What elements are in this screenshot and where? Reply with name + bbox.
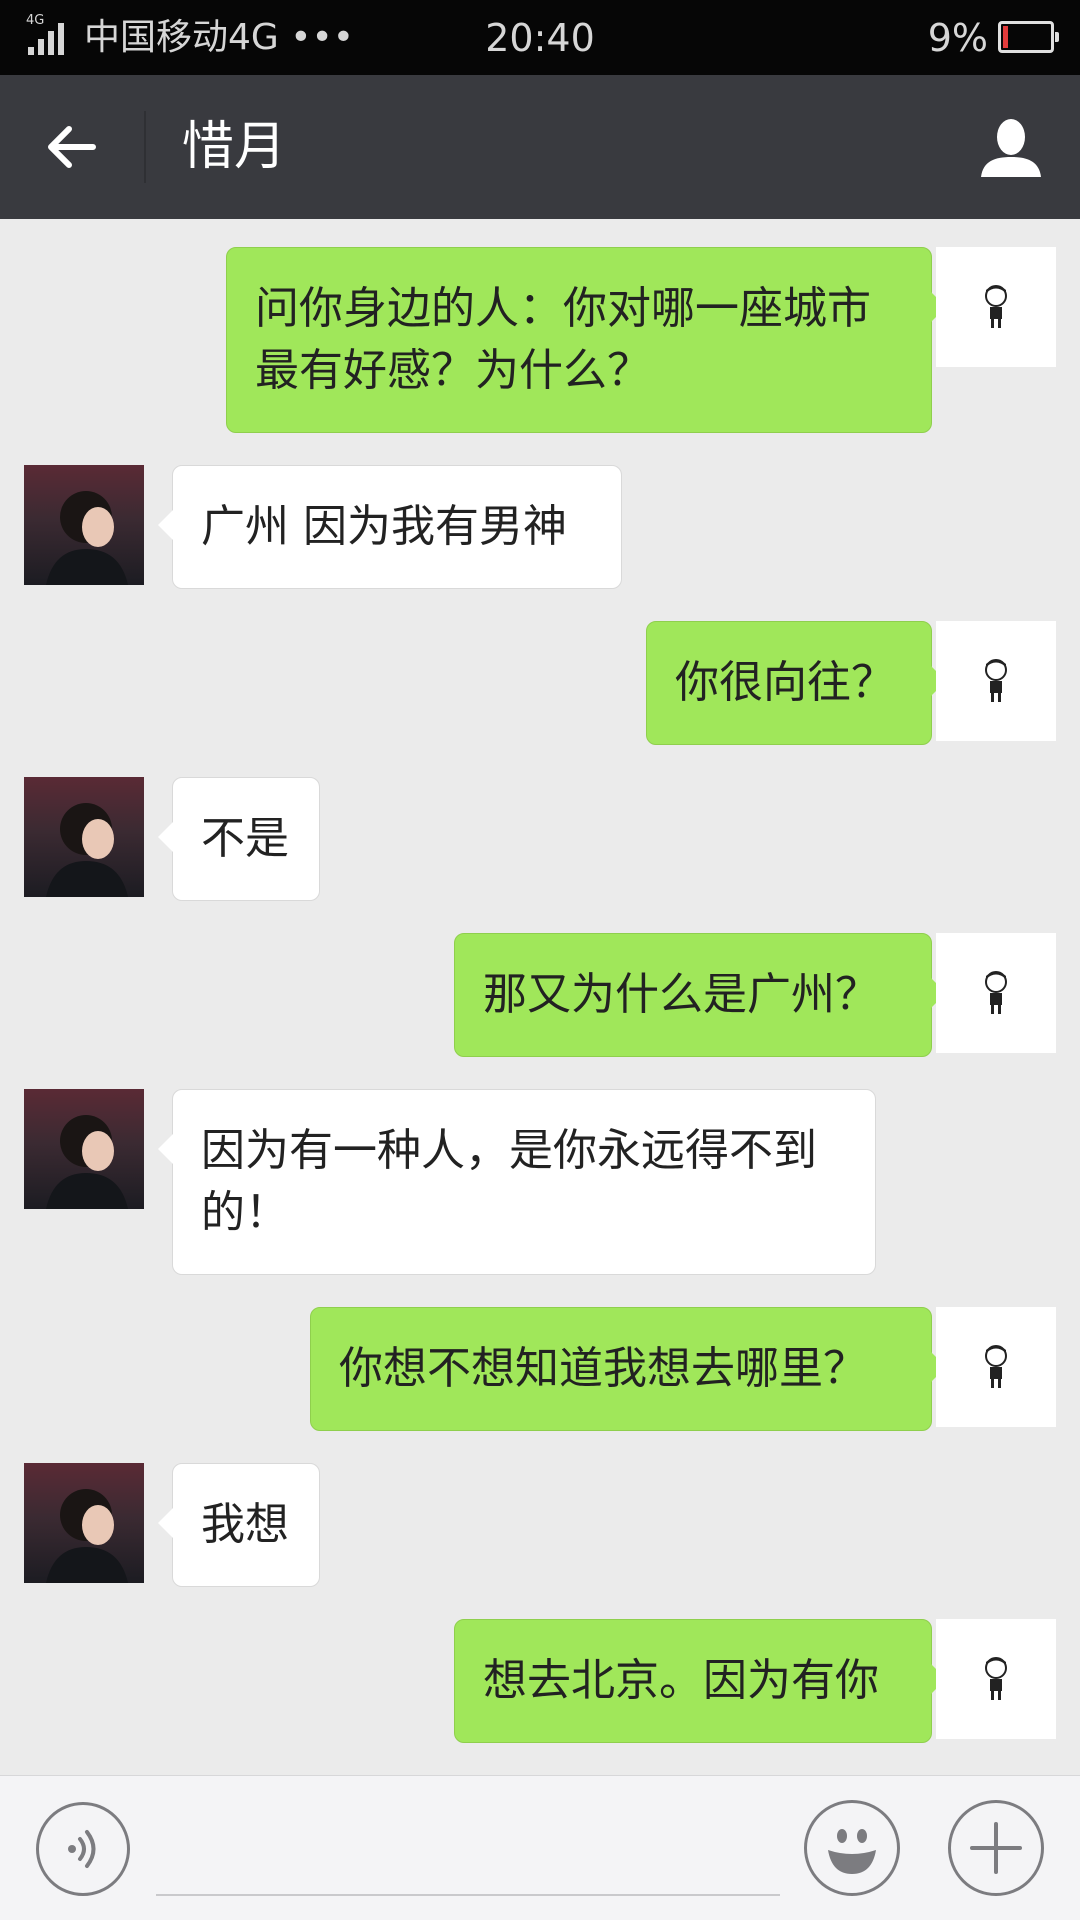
cartoon-boy-icon — [985, 971, 1007, 1014]
received-message-bubble[interactable]: 因为有一种人，是你永远得不到的！ — [158, 1089, 876, 1275]
status-bar: 4G 中国移动4G ••• 20:40 9% — [0, 0, 1080, 75]
more-button[interactable] — [948, 1800, 1044, 1896]
sent-message-bubble[interactable]: 想去北京。因为有你 — [454, 1619, 946, 1743]
my-avatar[interactable] — [936, 1619, 1056, 1739]
voice-icon — [68, 1830, 96, 1868]
my-avatar[interactable] — [936, 1307, 1056, 1427]
back-button[interactable] — [36, 112, 106, 182]
person-icon — [981, 119, 1041, 177]
battery-percent: 9% — [927, 16, 988, 60]
nav-divider — [144, 111, 146, 183]
voice-button[interactable] — [36, 1802, 130, 1896]
emoji-icon — [828, 1829, 876, 1874]
cartoon-boy-icon — [985, 285, 1007, 328]
battery-fill — [1003, 26, 1008, 48]
input-bar — [0, 1775, 1080, 1920]
sent-message-bubble[interactable]: 问你身边的人：你对哪一座城市最有好感？为什么？ — [226, 247, 946, 433]
contact-avatar[interactable] — [24, 777, 144, 897]
contact-avatar[interactable] — [24, 1089, 144, 1209]
contact-avatar[interactable] — [24, 465, 144, 585]
contact-photo-icon — [46, 491, 128, 585]
cartoon-boy-icon — [985, 659, 1007, 702]
chat-title: 惜月 — [182, 117, 287, 177]
arrow-left-icon — [48, 126, 96, 168]
plus-icon — [970, 1822, 1022, 1874]
profile-button[interactable] — [976, 113, 1046, 183]
contact-photo-icon — [46, 1489, 128, 1583]
sent-message-bubble[interactable]: 你很向往？ — [646, 621, 946, 745]
cartoon-boy-icon — [985, 1345, 1007, 1388]
my-avatar[interactable] — [936, 621, 1056, 741]
my-avatar[interactable] — [936, 933, 1056, 1053]
sent-message-bubble[interactable]: 你想不想知道我想去哪里？ — [310, 1307, 946, 1431]
status-time: 20:40 — [485, 16, 595, 60]
received-message-bubble[interactable]: 广州 因为我有男神 — [158, 465, 622, 589]
message-input[interactable] — [156, 1816, 780, 1886]
input-underline — [156, 1894, 780, 1896]
cartoon-boy-icon — [985, 1657, 1007, 1700]
contact-avatar[interactable] — [24, 1463, 144, 1583]
nav-bar: 惜月 — [0, 75, 1080, 219]
battery-icon — [998, 21, 1059, 53]
my-avatar[interactable] — [936, 247, 1056, 367]
chat-messages: 问你身边的人：你对哪一座城市最有好感？为什么？ 广州 因为我有男神 你很向往？ — [0, 219, 1080, 1775]
received-message-bubble[interactable]: 不是 — [158, 777, 320, 901]
received-message-bubble[interactable]: 我想 — [158, 1463, 320, 1587]
emoji-button[interactable] — [804, 1800, 900, 1896]
sent-message-bubble[interactable]: 那又为什么是广州？ — [454, 933, 946, 1057]
contact-photo-icon — [46, 803, 128, 897]
contact-photo-icon — [46, 1115, 128, 1209]
